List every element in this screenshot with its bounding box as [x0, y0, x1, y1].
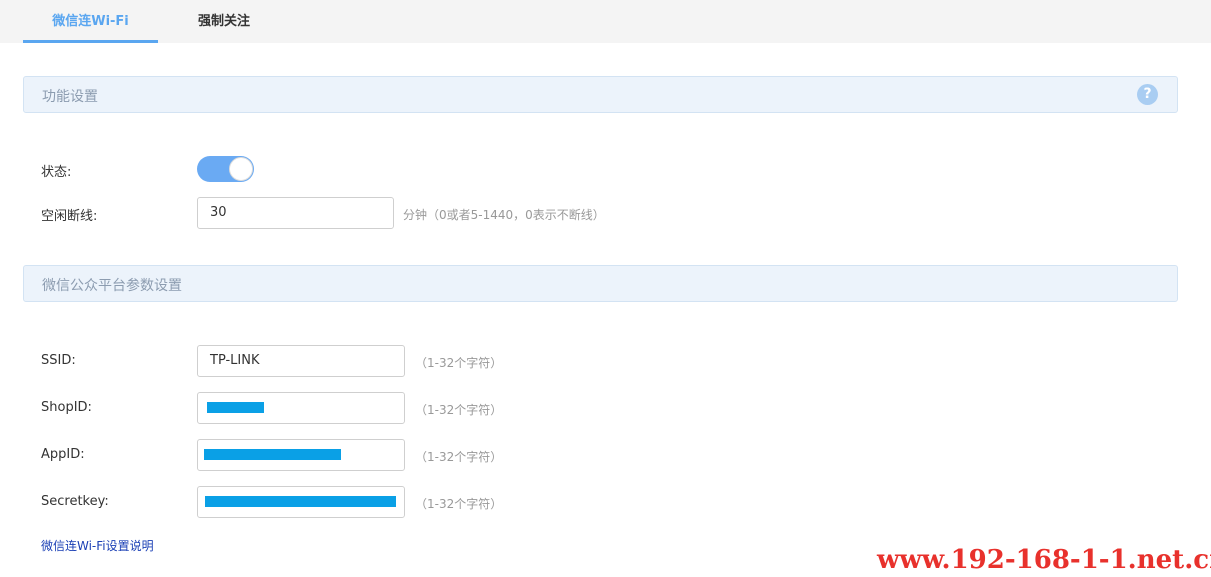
- wechat-params-header: 微信公众平台参数设置: [23, 265, 1178, 302]
- shopid-hint: （1-32个字符）: [415, 403, 503, 417]
- ssid-input[interactable]: TP-LINK: [197, 345, 405, 377]
- ssid-hint: （1-32个字符）: [415, 356, 503, 370]
- appid-input[interactable]: [197, 439, 405, 471]
- appid-redaction: [204, 449, 341, 460]
- status-label: 状态:: [41, 165, 72, 180]
- secretkey-hint: （1-32个字符）: [415, 497, 503, 511]
- feature-settings-title: 功能设置: [42, 89, 98, 105]
- idle-disconnect-hint: 分钟（0或者5-1440，0表示不断线）: [403, 208, 605, 222]
- appid-hint: （1-32个字符）: [415, 450, 503, 464]
- tab-wechat-wifi[interactable]: 微信连Wi-Fi: [23, 0, 158, 43]
- idle-disconnect-label: 空闲断线:: [41, 209, 98, 224]
- shopid-input[interactable]: [197, 392, 405, 424]
- idle-disconnect-input[interactable]: 30: [197, 197, 394, 229]
- wechat-wifi-help-link[interactable]: 微信连Wi-Fi设置说明: [41, 537, 154, 554]
- secretkey-input[interactable]: [197, 486, 405, 518]
- watermark: www.192-168-1-1.net.cn: [877, 545, 1211, 575]
- toggle-knob: [229, 157, 253, 181]
- status-toggle[interactable]: [197, 156, 254, 182]
- secretkey-redaction: [205, 496, 396, 507]
- tab-bar: 微信连Wi-Fi 强制关注: [0, 0, 1211, 43]
- secretkey-label: Secretkey:: [41, 494, 109, 509]
- feature-settings-header: 功能设置 ?: [23, 76, 1178, 113]
- shopid-redaction: [207, 402, 264, 413]
- help-icon[interactable]: ?: [1137, 84, 1158, 105]
- appid-label: AppID:: [41, 447, 85, 462]
- shopid-label: ShopID:: [41, 400, 92, 415]
- wechat-params-title: 微信公众平台参数设置: [42, 278, 182, 294]
- tab-force-follow[interactable]: 强制关注: [158, 0, 290, 43]
- ssid-label: SSID:: [41, 353, 76, 368]
